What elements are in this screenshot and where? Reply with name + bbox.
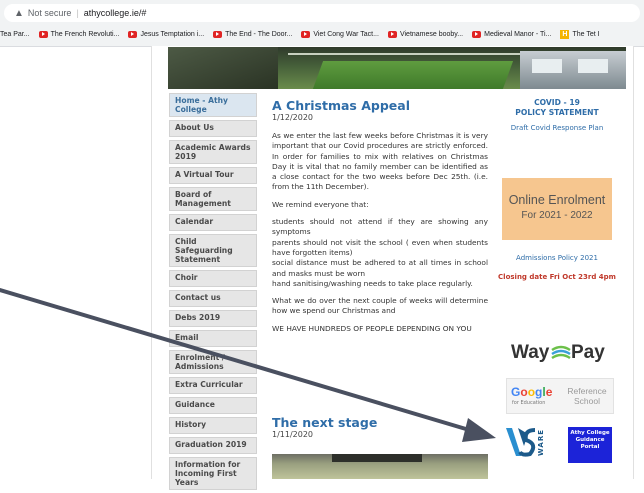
bookmark-label: Vietnamese booby...	[399, 30, 464, 38]
bookmark-item[interactable]: Tea Par...	[0, 31, 30, 38]
post-date: 1/11/2020	[272, 430, 314, 439]
post-date: 1/12/2020	[272, 113, 314, 122]
bookmark-label: Viet Cong War Tact...	[313, 30, 379, 38]
bookmark-label: Tea Par...	[0, 30, 30, 38]
youtube-icon	[38, 30, 48, 38]
main-content: A Christmas Appeal 1/12/2020 As we enter…	[272, 98, 488, 341]
online-enrolment-banner[interactable]: Online Enrolment For 2021 - 2022	[502, 178, 612, 240]
sidebar-nav-item[interactable]: Academic Awards 2019	[169, 140, 257, 164]
bookmark-label: The French Revoluti...	[50, 30, 120, 38]
post-paragraph: hand sanitising/washing needs to take pl…	[272, 278, 473, 288]
sidebar-nav-item[interactable]: Child Safeguarding Statement	[169, 234, 257, 267]
youtube-icon	[301, 30, 311, 38]
covid-plan-link[interactable]: Draft Covid Response Plan	[496, 124, 618, 132]
sidebar-nav-item[interactable]: Email	[169, 330, 257, 347]
bookmark-item[interactable]: Jesus Temptation i...	[128, 30, 205, 38]
youtube-icon	[213, 30, 223, 38]
sidebar-nav-item[interactable]: Graduation 2019	[169, 437, 257, 454]
youtube-icon	[387, 30, 397, 38]
bookmark-label: The Tet I	[572, 30, 600, 38]
sidebar-nav-item[interactable]: History	[169, 417, 257, 434]
bookmark-item[interactable]: Vietnamese booby...	[387, 30, 464, 38]
address-separator: |	[76, 8, 79, 18]
post-next-stage: The next stage 1/11/2020	[272, 415, 488, 448]
post-paragraph: As we enter the last few weeks before Ch…	[272, 131, 488, 192]
address-bar[interactable]: ▲ Not secure | athycollege.ie/#	[4, 4, 640, 22]
security-label: Not secure	[27, 8, 72, 18]
vsware-text: WARE	[537, 429, 545, 456]
google-reference-school-badge[interactable]: Google for Education Reference School	[506, 378, 614, 414]
closing-date-notice: Closing date Fri Oct 23rd 4pm	[498, 273, 616, 281]
youtube-icon	[472, 30, 482, 38]
sidebar-nav-item[interactable]: Calendar	[169, 214, 257, 231]
waypay-icon	[551, 345, 571, 360]
sidebar-nav-item[interactable]: Guidance	[169, 397, 257, 414]
url-text[interactable]: athycollege.ie/#	[84, 8, 147, 18]
bookmark-item[interactable]: The End - The Door...	[213, 30, 293, 38]
post-paragraph: We remind everyone that:	[272, 199, 369, 209]
waypay-logo[interactable]: Way Pay	[508, 332, 612, 372]
enrolment-title: Online Enrolment	[508, 193, 606, 207]
waypay-left: Way	[511, 342, 550, 363]
covid-title: COVID - 19	[534, 98, 580, 107]
post-photo	[272, 454, 488, 479]
admissions-policy-link[interactable]: Admissions Policy 2021	[496, 254, 618, 262]
sidebar-nav-item[interactable]: Enrolment / Admissions	[169, 350, 257, 374]
browser-toolbar: ▲ Not secure | athycollege.ie/# Tea Par.…	[0, 0, 644, 47]
vsware-logo[interactable]: WARE	[504, 422, 556, 462]
right-sidebar: COVID - 19 POLICY STATEMENT Draft Covid …	[496, 98, 618, 132]
warning-icon: ▲	[14, 7, 24, 19]
bookmarks-bar: Tea Par... The French Revoluti... Jesus Te…	[0, 25, 644, 43]
h-icon: H	[560, 29, 570, 39]
bookmark-item[interactable]: H The Tet I	[560, 29, 600, 39]
sidebar-nav: Home - Athy College About Us Academic Awar…	[169, 93, 257, 493]
post-paragraph: WE HAVE HUNDREDS OF PEOPLE DEPENDING ON …	[272, 323, 472, 333]
google-sub: for Education	[512, 400, 546, 406]
bookmark-item[interactable]: The French Revoluti...	[38, 30, 120, 38]
sidebar-nav-item[interactable]: Choir	[169, 270, 257, 287]
sidebar-nav-item[interactable]: Extra Curricular	[169, 377, 257, 394]
sidebar-nav-item[interactable]: Debs 2019	[169, 310, 257, 327]
header-banner-image	[168, 47, 626, 89]
waypay-right: Pay	[571, 342, 605, 363]
sidebar-nav-item[interactable]: Information for Incoming First Years	[169, 457, 257, 490]
bookmark-label: The End - The Door...	[225, 30, 293, 38]
guidance-portal-button[interactable]: Athy College Guidance Portal	[568, 427, 612, 463]
bookmark-item[interactable]: Medieval Manor - Ti...	[472, 30, 552, 38]
post-paragraph: What we do over the next couple of weeks…	[272, 296, 488, 316]
post-title[interactable]: A Christmas Appeal	[272, 98, 488, 113]
bookmark-label: Medieval Manor - Ti...	[484, 30, 552, 38]
sidebar-nav-item[interactable]: A Virtual Tour	[169, 167, 257, 184]
sidebar-nav-item[interactable]: About Us	[169, 120, 257, 137]
post-paragraph: students should not attend if they are s…	[272, 217, 488, 237]
post-paragraph: parents should not visit the school ( ev…	[272, 237, 488, 257]
post-title[interactable]: The next stage	[272, 415, 488, 430]
enrolment-year: For 2021 - 2022	[521, 210, 593, 221]
reference-school-text: Reference School	[567, 386, 607, 406]
bookmark-item[interactable]: Viet Cong War Tact...	[301, 30, 379, 38]
bookmark-label: Jesus Temptation i...	[140, 30, 205, 38]
youtube-icon	[128, 30, 138, 38]
google-logo: Google	[511, 385, 553, 399]
sidebar-nav-item[interactable]: Board of Management	[169, 187, 257, 211]
sidebar-nav-item[interactable]: Contact us	[169, 290, 257, 307]
covid-subtitle: POLICY STATEMENT	[515, 108, 599, 117]
vsware-icon	[506, 428, 536, 457]
sidebar-nav-item[interactable]: Home - Athy College	[169, 93, 257, 117]
post-paragraph: social distance must be adhered to at al…	[272, 258, 488, 278]
